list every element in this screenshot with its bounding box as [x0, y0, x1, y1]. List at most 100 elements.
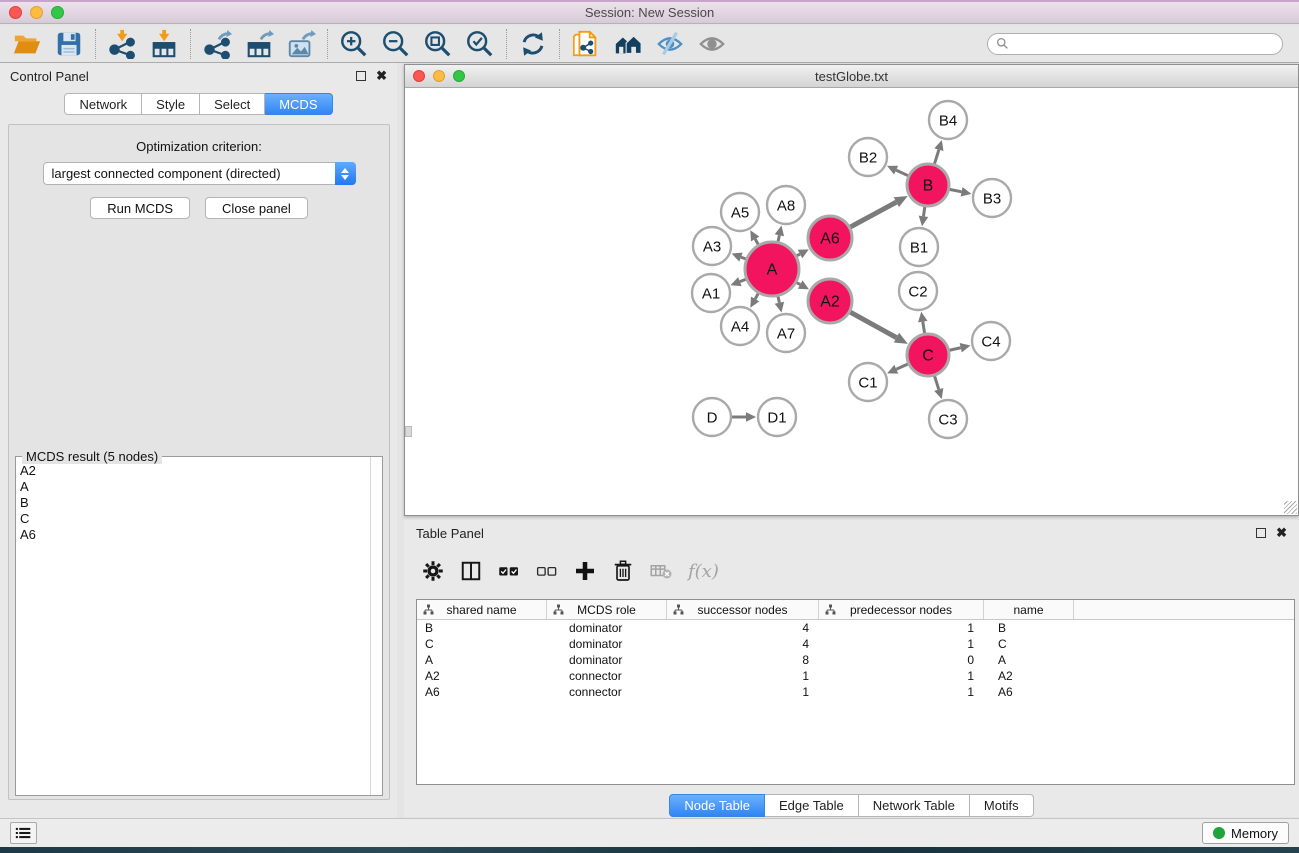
result-scrollbar[interactable] — [370, 457, 382, 795]
create-column-plus-icon[interactable] — [568, 555, 602, 587]
desktop-background-strip — [0, 847, 1299, 853]
table-settings-gear-icon[interactable] — [416, 555, 450, 587]
graph-edge-A-A8[interactable] — [778, 235, 779, 241]
tab-network-table[interactable]: Network Table — [859, 794, 970, 817]
network-window-titlebar[interactable]: testGlobe.txt — [405, 65, 1298, 88]
graph-edge-B-B3[interactable] — [950, 189, 962, 191]
select-all-rows-icon[interactable] — [492, 555, 526, 587]
tab-network[interactable]: Network — [64, 93, 142, 115]
column-header-MCDS-role[interactable]: MCDS role — [547, 600, 667, 619]
run-mcds-button[interactable]: Run MCDS — [90, 197, 190, 219]
open-session-icon[interactable] — [6, 27, 48, 61]
window-resize-grip[interactable] — [1284, 501, 1297, 514]
column-type-icon — [825, 604, 836, 615]
graph-edge-C-C2[interactable] — [923, 322, 925, 334]
memory-button[interactable]: Memory — [1202, 822, 1289, 844]
deselect-all-rows-icon[interactable] — [530, 555, 564, 587]
minimize-window-button[interactable] — [30, 6, 43, 19]
show-panels-list-icon[interactable] — [10, 822, 37, 844]
graph-edge-arrowhead — [746, 412, 756, 422]
graph-edge-B-B1[interactable] — [923, 207, 924, 217]
graph-edge-A-A4[interactable] — [755, 293, 758, 299]
column-header-successor-nodes[interactable]: successor nodes — [667, 600, 819, 619]
float-panel-icon[interactable] — [356, 71, 366, 81]
graph-edge-A-A7[interactable] — [778, 296, 779, 302]
network-minimize-button[interactable] — [433, 70, 445, 82]
mcds-result-item[interactable]: B — [20, 495, 378, 511]
table-cell: 4 — [667, 636, 819, 652]
tab-style[interactable]: Style — [142, 93, 200, 115]
export-image-icon[interactable] — [280, 27, 322, 61]
table-row[interactable]: A2connector11A2 — [417, 668, 1294, 684]
refresh-icon[interactable] — [512, 27, 554, 61]
network-close-button[interactable] — [413, 70, 425, 82]
graph-edge-A-A6[interactable] — [797, 254, 800, 256]
graph-edge-A-A1[interactable] — [740, 279, 746, 281]
export-network-icon[interactable] — [196, 27, 238, 61]
table-cell: A — [417, 652, 547, 668]
zoom-out-icon[interactable] — [375, 27, 417, 61]
hide-graphics-details-icon[interactable] — [649, 27, 691, 61]
graph-edge-A-A5[interactable] — [755, 239, 758, 245]
show-column-panel-icon[interactable] — [454, 555, 488, 587]
graph-edge-C-C4[interactable] — [949, 348, 960, 351]
close-panel-button[interactable]: Close panel — [205, 197, 308, 219]
column-header-predecessor-nodes[interactable]: predecessor nodes — [819, 600, 984, 619]
close-window-button[interactable] — [9, 6, 22, 19]
tab-edge-table[interactable]: Edge Table — [765, 794, 859, 817]
table-row[interactable]: Bdominator41B — [417, 620, 1294, 636]
graph-edge-A2-C[interactable] — [850, 312, 896, 338]
tab-node-table[interactable]: Node Table — [669, 794, 765, 817]
graph-edge-A6-B[interactable] — [850, 202, 896, 227]
graph-edge-arrowhead — [934, 140, 943, 151]
zoom-in-icon[interactable] — [333, 27, 375, 61]
network-canvas[interactable]: AA6A2BCA5A8A3A1A4A7B2B4B3B1C2C4C1C3DD1 — [405, 88, 1298, 515]
network-zoom-button[interactable] — [453, 70, 465, 82]
graph-node-label-C4: C4 — [981, 334, 1000, 351]
graph-edge-C-C3[interactable] — [935, 376, 939, 389]
search-input[interactable] — [1014, 37, 1274, 51]
tab-mcds[interactable]: MCDS — [265, 93, 332, 115]
import-table-icon[interactable] — [143, 27, 185, 61]
zoom-fit-icon[interactable] — [417, 27, 459, 61]
table-row[interactable]: A6connector11A6 — [417, 684, 1294, 700]
show-graphics-details-icon[interactable] — [691, 27, 733, 61]
table-row[interactable]: Cdominator41C — [417, 636, 1294, 652]
graph-edge-arrowhead — [961, 187, 972, 196]
mcds-result-item[interactable]: A — [20, 479, 378, 495]
canvas-divider-handle[interactable] — [405, 426, 412, 437]
graph-edge-B-B2[interactable] — [896, 170, 908, 176]
toolbar-separator — [327, 29, 328, 59]
mcds-result-item[interactable]: A2 — [20, 463, 378, 479]
layout-home-icon[interactable] — [607, 27, 649, 61]
graph-edge-A-A3[interactable] — [741, 257, 746, 259]
delete-column-trash-icon[interactable] — [606, 555, 640, 587]
import-network-icon[interactable] — [101, 27, 143, 61]
graph-edge-C-C1[interactable] — [896, 364, 908, 369]
graph-edge-A-A2[interactable] — [797, 283, 801, 285]
save-session-icon[interactable] — [48, 27, 90, 61]
close-panel-icon[interactable]: ✖ — [376, 71, 387, 81]
column-header-name[interactable]: name — [984, 600, 1074, 619]
main-toolbar — [0, 25, 1299, 63]
float-table-panel-icon[interactable] — [1256, 528, 1266, 538]
search-field[interactable] — [987, 33, 1283, 55]
graph-node-label-A4: A4 — [731, 319, 749, 336]
graph-edge-B-B4[interactable] — [934, 150, 938, 164]
table-row[interactable]: Adominator80A — [417, 652, 1294, 668]
mcds-result-item[interactable]: C — [20, 511, 378, 527]
tab-select[interactable]: Select — [200, 93, 265, 115]
column-header-shared-name[interactable]: shared name — [417, 600, 547, 619]
network-graph[interactable]: AA6A2BCA5A8A3A1A4A7B2B4B3B1C2C4C1C3DD1 — [405, 88, 1298, 515]
optimization-criterion-dropdown[interactable]: largest connected component (directed) — [43, 162, 356, 185]
table-body: Bdominator41BCdominator41CAdominator80AA… — [417, 620, 1294, 700]
control-panel: Control Panel ✖ NetworkStyleSelectMCDS O… — [0, 63, 397, 818]
export-table-icon[interactable] — [238, 27, 280, 61]
memory-status-dot-icon — [1213, 827, 1225, 839]
mcds-result-item[interactable]: A6 — [20, 527, 378, 543]
zoom-window-button[interactable] — [51, 6, 64, 19]
tab-motifs[interactable]: Motifs — [970, 794, 1034, 817]
new-network-from-file-icon[interactable] — [565, 27, 607, 61]
zoom-selected-icon[interactable] — [459, 27, 501, 61]
close-table-panel-icon[interactable]: ✖ — [1276, 528, 1287, 538]
